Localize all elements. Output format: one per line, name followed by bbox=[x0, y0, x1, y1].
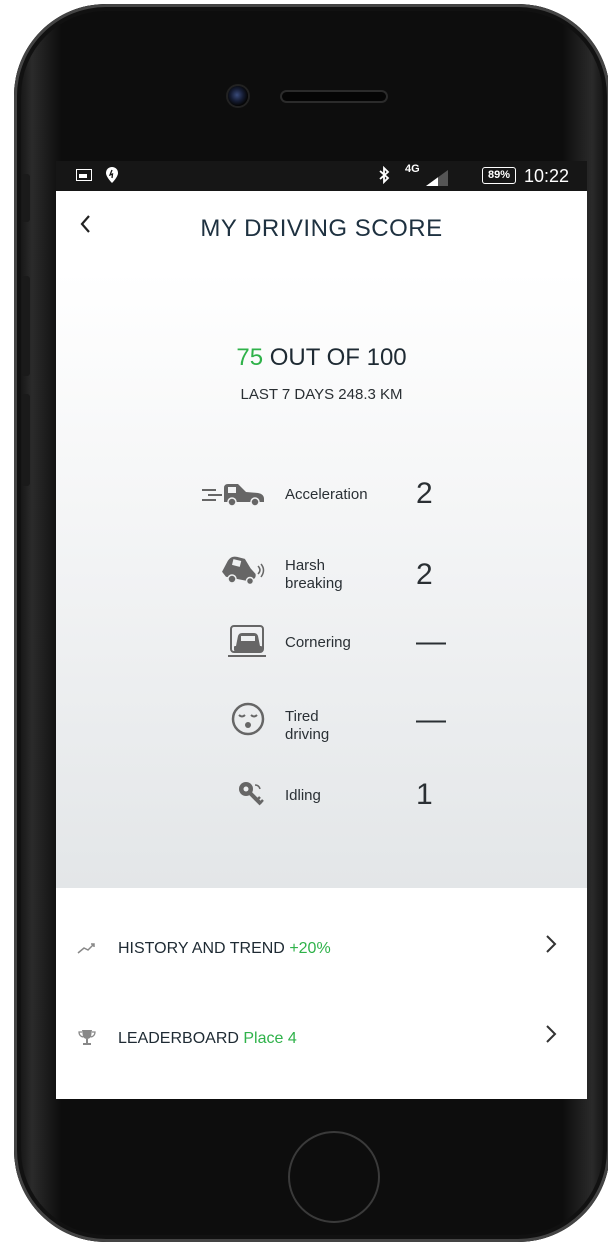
cornering-car-icon bbox=[196, 621, 266, 661]
metric-label: Harsh breaking bbox=[285, 557, 343, 592]
clock: 10:22 bbox=[524, 166, 570, 186]
earpiece-speaker bbox=[282, 92, 386, 101]
metric-label: Tired driving bbox=[285, 708, 330, 743]
network-type: 4G bbox=[405, 163, 420, 175]
trophy-icon bbox=[76, 1027, 98, 1049]
battery-indicator: 89% bbox=[482, 167, 516, 184]
acceleration-car-icon bbox=[196, 473, 266, 513]
location-pin-icon bbox=[106, 167, 118, 186]
mute-switch bbox=[22, 174, 30, 222]
metric-value: 2 bbox=[416, 477, 433, 510]
app-screen: 4G 89% 10:22 MY DRIVING SCORE 75 OUT OF … bbox=[56, 161, 587, 1099]
history-trend-value: +20% bbox=[289, 940, 331, 957]
trend-icon bbox=[76, 937, 98, 959]
score-period: LAST 7 DAYS 248.3 KM bbox=[240, 386, 403, 403]
volume-down-button bbox=[22, 394, 30, 486]
volume-up-button bbox=[22, 276, 30, 376]
metric-value: 2 bbox=[416, 558, 433, 591]
status-bar: 4G 89% 10:22 bbox=[56, 161, 587, 191]
tired-face-icon bbox=[196, 699, 266, 739]
signal-strength-icon bbox=[426, 170, 450, 186]
chevron-right-icon bbox=[545, 1023, 557, 1051]
metric-tired-driving: Tired driving — bbox=[56, 699, 587, 759]
leaderboard-place: Place 4 bbox=[243, 1030, 297, 1047]
front-camera bbox=[228, 86, 248, 106]
app-header: MY DRIVING SCORE bbox=[56, 191, 587, 271]
metric-value: 1 bbox=[416, 778, 433, 811]
bluetooth-icon bbox=[378, 165, 390, 189]
chevron-right-icon bbox=[545, 933, 557, 961]
score-panel: 75 OUT OF 100 LAST 7 DAYS 248.3 KM Accel… bbox=[56, 271, 587, 888]
metric-value: — bbox=[416, 625, 446, 658]
harsh-braking-car-icon bbox=[196, 548, 266, 588]
page-title: MY DRIVING SCORE bbox=[200, 215, 443, 242]
score-value: 75 bbox=[236, 344, 264, 371]
menu-list: HISTORY AND TREND +20% LEADERBOARD Place… bbox=[56, 888, 587, 1099]
gallery-notification-icon bbox=[76, 169, 92, 181]
metric-cornering: Cornering — bbox=[56, 621, 587, 681]
home-button[interactable] bbox=[288, 1131, 380, 1223]
history-and-trend-label: HISTORY AND TREND +20% bbox=[118, 940, 331, 958]
leaderboard-label: LEADERBOARD Place 4 bbox=[118, 1030, 297, 1048]
metric-acceleration: Acceleration 2 bbox=[56, 473, 587, 533]
history-and-trend-row[interactable]: HISTORY AND TREND +20% bbox=[56, 913, 587, 983]
metric-harsh-breaking: Harsh breaking 2 bbox=[56, 548, 587, 608]
idling-key-icon bbox=[196, 774, 266, 814]
score-suffix: OUT OF 100 bbox=[263, 344, 407, 371]
metric-value: — bbox=[416, 703, 446, 736]
back-button[interactable] bbox=[78, 209, 102, 239]
score-summary: 75 OUT OF 100 bbox=[56, 344, 587, 372]
chevron-left-icon bbox=[80, 215, 90, 233]
metric-label: Acceleration bbox=[285, 486, 368, 503]
history-label-text: HISTORY AND TREND bbox=[118, 940, 290, 957]
metric-label: Cornering bbox=[285, 634, 351, 651]
leaderboard-row[interactable]: LEADERBOARD Place 4 bbox=[56, 1003, 587, 1073]
leaderboard-label-text: LEADERBOARD bbox=[118, 1030, 244, 1047]
metric-idling: Idling 1 bbox=[56, 774, 587, 834]
metric-label: Idling bbox=[285, 787, 321, 804]
